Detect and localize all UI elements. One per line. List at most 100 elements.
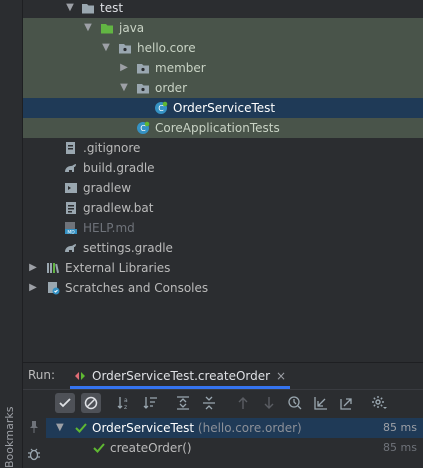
close-icon[interactable]: ×: [276, 366, 286, 386]
pin-icon[interactable]: [27, 420, 41, 434]
tree-item-label: .gitignore: [83, 141, 141, 155]
tree-item-gradlew-bat[interactable]: gradlew.bat: [23, 198, 423, 218]
tree-item-label: hello.core: [137, 41, 196, 55]
gear-icon: [372, 396, 387, 409]
tree-item-external-libraries[interactable]: ▶ External Libraries: [23, 258, 423, 278]
tree-item-settings-gradle[interactable]: settings.gradle: [23, 238, 423, 258]
show-ignored-button[interactable]: [81, 393, 101, 413]
bookmarks-tab[interactable]: Bookmarks: [3, 407, 16, 468]
chevron-down-icon[interactable]: ▼: [64, 0, 76, 18]
tree-item-label: gradlew.bat: [83, 201, 154, 215]
expand-all-icon: [177, 396, 189, 410]
run-panel-title: Run:: [28, 368, 56, 382]
source-folder-icon: [100, 21, 114, 35]
tree-item-label: External Libraries: [65, 261, 171, 275]
test-results-tree: ▼ OrderServiceTest (hello.core.order) 85…: [46, 416, 423, 468]
svg-text:z: z: [124, 404, 127, 411]
chevron-right-icon[interactable]: ▶: [118, 58, 130, 78]
arrow-up-icon: [238, 397, 248, 409]
tree-item-order[interactable]: ▼ order: [23, 78, 423, 98]
chevron-down-icon[interactable]: ▼: [56, 418, 64, 438]
shell-script-icon: [64, 181, 78, 195]
tree-item-label: CoreApplicationTests: [155, 121, 280, 135]
next-failed-button[interactable]: [259, 393, 279, 413]
history-icon: [288, 396, 302, 410]
tree-item-gitignore[interactable]: .gitignore: [23, 138, 423, 158]
gradle-icon: [64, 161, 78, 175]
run-config-icon: [73, 369, 87, 383]
left-tool-stripe: Bookmarks: [0, 0, 23, 468]
run-tab-label: OrderServiceTest.createOrder: [92, 369, 271, 383]
test-result-child[interactable]: createOrder() 85 ms: [46, 438, 423, 458]
test-duration: 85 ms: [383, 441, 417, 454]
tree-item-build-gradle[interactable]: build.gradle: [23, 158, 423, 178]
test-history-button[interactable]: [285, 393, 305, 413]
batch-file-icon: [64, 201, 78, 215]
tree-item-scratches[interactable]: ▶ Scratches and Consoles: [23, 278, 423, 298]
chevron-down-icon[interactable]: ▼: [118, 78, 130, 98]
passed-check-icon: [92, 441, 106, 455]
tree-item-label: test: [100, 1, 124, 15]
test-package: (hello.core.order): [197, 421, 302, 435]
package-icon: [136, 81, 150, 95]
gradle-icon: [64, 241, 78, 255]
tree-item-java[interactable]: ▼ java: [23, 18, 423, 38]
collapse-all-icon: [203, 396, 215, 410]
tree-item-member[interactable]: ▶ member: [23, 58, 423, 78]
test-method-name: createOrder(): [110, 441, 192, 455]
tree-item-label: Scratches and Consoles: [65, 281, 209, 295]
folder-icon: [81, 1, 95, 15]
project-tree: ▼ test ▼ java ▼ hello.core ▶ member ▼ or…: [23, 0, 423, 358]
markdown-icon: MD: [64, 221, 78, 235]
run-panel-header: Run: OrderServiceTest.createOrder ×: [23, 362, 423, 389]
chevron-down-icon[interactable]: ▼: [82, 18, 94, 38]
sort-alphabetically-button[interactable]: az: [115, 393, 135, 413]
tree-item-label: build.gradle: [83, 161, 155, 175]
tree-item-order-service-test[interactable]: C OrderServiceTest: [23, 98, 423, 118]
import-icon: [314, 397, 327, 410]
tree-item-label: order: [155, 81, 187, 95]
expand-all-button[interactable]: [173, 393, 193, 413]
sort-duration-icon: [143, 397, 157, 409]
svg-text:MD: MD: [67, 229, 75, 235]
tree-item-label: settings.gradle: [83, 241, 173, 255]
package-icon: [118, 41, 132, 55]
debug-icon[interactable]: [27, 447, 41, 461]
collapse-all-button[interactable]: [199, 393, 219, 413]
passed-check-icon: [74, 421, 88, 435]
arrow-down-icon: [264, 397, 274, 409]
show-passed-button[interactable]: [55, 393, 75, 413]
libraries-icon: [46, 261, 60, 275]
ignored-icon: [84, 396, 98, 410]
tree-item-hello-core[interactable]: ▼ hello.core: [23, 38, 423, 58]
tree-item-help-md[interactable]: MD HELP.md: [23, 218, 423, 238]
settings-button[interactable]: [369, 393, 389, 413]
export-icon: [340, 398, 352, 410]
chevron-right-icon[interactable]: ▶: [27, 258, 39, 278]
tree-item-core-application-tests[interactable]: C CoreApplicationTests: [23, 118, 423, 138]
import-tests-button[interactable]: [311, 393, 331, 413]
tree-item-gradlew[interactable]: gradlew: [23, 178, 423, 198]
test-class-icon: C: [136, 121, 150, 135]
test-runner-toolbar: az: [23, 389, 423, 416]
tree-item-label: member: [155, 61, 206, 75]
previous-failed-button[interactable]: [233, 393, 253, 413]
test-result-root[interactable]: ▼ OrderServiceTest (hello.core.order) 85…: [46, 418, 423, 438]
tree-item-label: java: [119, 21, 145, 35]
test-class-name: OrderServiceTest: [92, 421, 195, 435]
tree-item-test[interactable]: ▼ test: [23, 0, 423, 18]
chevron-right-icon[interactable]: ▶: [27, 278, 39, 298]
chevron-down-icon[interactable]: ▼: [100, 38, 112, 58]
tree-item-label: OrderServiceTest: [173, 101, 276, 115]
gitignore-icon: [64, 141, 78, 155]
tree-item-label: gradlew: [83, 181, 132, 195]
svg-text:a: a: [124, 397, 128, 404]
export-tests-button[interactable]: [337, 393, 357, 413]
run-tab[interactable]: OrderServiceTest.createOrder ×: [70, 366, 291, 389]
sort-by-duration-button[interactable]: [141, 393, 161, 413]
test-class-icon: C: [154, 101, 168, 115]
scratches-icon: [46, 281, 60, 295]
sort-alpha-icon: az: [117, 397, 128, 411]
check-icon: [59, 398, 71, 408]
package-icon: [136, 61, 150, 75]
